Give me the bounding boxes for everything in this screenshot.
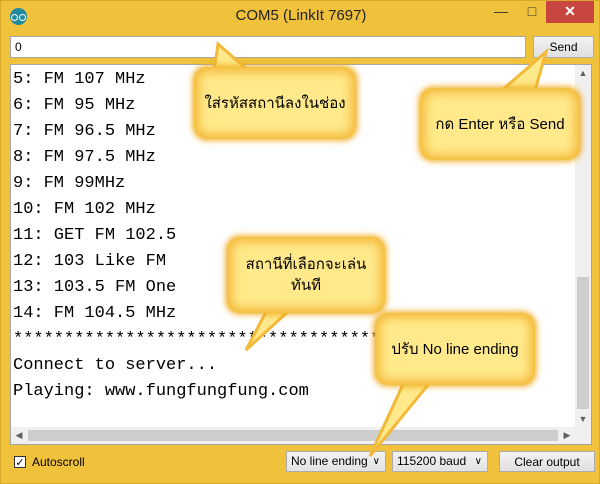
line-ending-value: No line ending: [291, 454, 368, 468]
autoscroll-checkbox[interactable]: ✓: [14, 456, 26, 469]
autoscroll-toggle[interactable]: ✓ Autoscroll: [14, 453, 85, 471]
serial-input[interactable]: [10, 36, 526, 58]
baud-rate-value: 115200 baud: [397, 454, 467, 468]
callout-lineending-hint: ปรับ No line ending: [376, 314, 534, 384]
horizontal-scroll-thumb[interactable]: [28, 430, 558, 441]
horizontal-scrollbar[interactable]: ◀ ▶: [11, 427, 575, 444]
footer-bar: ✓ Autoscroll No line ending ∨ 115200 bau…: [10, 450, 595, 474]
send-button[interactable]: Send: [533, 36, 594, 58]
clear-output-button[interactable]: Clear output: [499, 451, 595, 472]
title-bar[interactable]: COM5 (LinkIt 7697) — □ ✕: [1, 1, 600, 32]
callout-send-hint: กด Enter หรือ Send: [421, 89, 579, 159]
output-line: 9: FM 99MHz: [13, 174, 126, 193]
callout-station-hint: สถานีที่เลือกจะเล่นทันที: [228, 238, 384, 312]
send-bar: Send: [10, 36, 594, 60]
scroll-left-icon[interactable]: ◀: [11, 427, 27, 444]
output-line: 10: FM 102 MHz: [13, 200, 156, 219]
scroll-down-icon[interactable]: ▼: [575, 411, 591, 427]
autoscroll-label: Autoscroll: [32, 455, 85, 469]
scroll-up-icon[interactable]: ▲: [575, 65, 591, 81]
scroll-right-icon[interactable]: ▶: [559, 427, 575, 444]
vertical-scroll-thumb[interactable]: [577, 277, 589, 409]
scrollbar-corner: [575, 427, 591, 444]
chevron-down-icon: ∨: [372, 456, 380, 467]
close-icon[interactable]: ✕: [546, 1, 594, 23]
maximize-icon[interactable]: □: [517, 1, 547, 23]
chevron-down-icon: ∨: [474, 456, 482, 467]
callout-code-hint: ใส่รหัสสถานีลงในช่อง: [195, 68, 355, 138]
line-ending-select[interactable]: No line ending ∨: [286, 451, 386, 472]
minimize-icon[interactable]: —: [486, 1, 516, 23]
baud-rate-select[interactable]: 115200 baud ∨: [392, 451, 488, 472]
